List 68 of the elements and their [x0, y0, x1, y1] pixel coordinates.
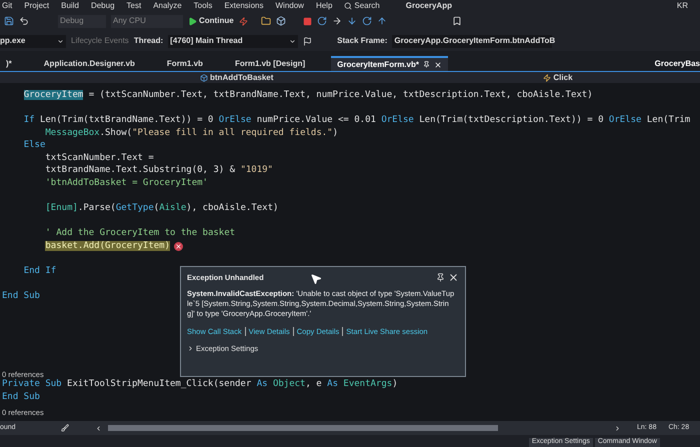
continue-button[interactable]: Continue — [188, 15, 234, 27]
file-tab[interactable]: Application.Designer.vb — [38, 57, 141, 71]
close-icon[interactable] — [434, 60, 442, 68]
code-line: [Enum].Parse(GetType(Aisle), cboAisle.Text) — [45, 204, 278, 214]
scroll-right-icon[interactable] — [614, 424, 621, 432]
file-tab[interactable]: GroceryBas — [654, 57, 700, 71]
code-line: Else — [24, 141, 46, 150]
pin-icon[interactable] — [422, 61, 430, 68]
menu-item[interactable]: Window — [275, 2, 304, 10]
folder-icon[interactable] — [260, 16, 271, 26]
stack-frame-label: Stack Frame: — [337, 35, 388, 47]
menu-item[interactable]: Help — [316, 2, 332, 10]
menu-item[interactable]: Build — [61, 2, 79, 10]
menu-item[interactable]: Debug — [90, 2, 115, 10]
arrow-right-icon[interactable] — [332, 16, 342, 26]
file-tab[interactable]: Form1.vb — [160, 57, 209, 71]
code-line: End Sub — [2, 393, 40, 402]
thread-label: Thread: — [134, 35, 164, 47]
file-tab[interactable]: GroceryItemForm.vb* — [331, 56, 448, 71]
code-line: txtScanNumber.Text = — [45, 154, 154, 163]
menu-item[interactable]: Analyze — [153, 2, 182, 10]
member-dropdown[interactable]: btnAddToBasket — [200, 72, 274, 84]
stack-frame-dropdown[interactable]: GroceryApp.GroceryItemForm.btnAddToB — [392, 34, 552, 48]
code-line: ' Add the GroceryItem to the basket — [45, 229, 236, 238]
app-title: GroceryApp — [406, 2, 452, 10]
thread-dropdown[interactable]: [4760] Main Thread — [168, 34, 298, 48]
menu-item[interactable]: Project — [24, 2, 50, 10]
mouse-cursor-icon — [310, 273, 322, 285]
lifecycle-events-dropdown[interactable]: Lifecycle Events — [71, 35, 129, 47]
horizontal-scrollbar[interactable] — [108, 425, 498, 431]
save-icon[interactable] — [4, 16, 14, 26]
event-dropdown[interactable]: Click — [543, 72, 573, 84]
close-icon[interactable] — [448, 272, 459, 284]
menu-item[interactable]: Test — [126, 2, 142, 10]
search-icon — [344, 2, 352, 10]
code-line: End Sub — [2, 292, 40, 302]
cube-icon — [200, 74, 208, 82]
stop-icon[interactable] — [302, 16, 312, 26]
bookmark-icon[interactable] — [452, 16, 462, 26]
brush-icon[interactable] — [61, 424, 69, 432]
lightning-icon[interactable] — [238, 16, 248, 26]
menu-item[interactable]: Tools — [194, 2, 212, 10]
platform-dropdown[interactable]: Any CPU — [111, 14, 183, 28]
search-button[interactable]: Search — [344, 2, 380, 10]
undo-icon[interactable] — [19, 16, 29, 26]
code-line: MessageBox.Show("Please fill in all required fields.") — [45, 128, 338, 138]
scroll-left-icon[interactable] — [95, 424, 102, 432]
chevron-down-icon — [57, 38, 64, 44]
flag-icon[interactable] — [303, 36, 312, 46]
code-line: 'btnAddToBasket = GroceryItem' — [45, 178, 208, 188]
menu-item[interactable]: Git — [2, 2, 12, 10]
code-line: txtBrandName.Text.Substring(0, 3) & "1019" — [45, 166, 273, 176]
user-initials[interactable]: KR — [676, 2, 688, 10]
code-line: If Len(Trim(txtBrandName.Text)) = 0 OrElse numPrice.Value <= 0.01 OrElse Len(Trim(txtDescription.Text)) = 0 OrElse Len(Trim — [24, 116, 690, 125]
chevron-down-icon — [289, 38, 296, 44]
code-line: End If — [24, 267, 56, 276]
process-dropdown[interactable]: pp.exe — [0, 34, 66, 48]
file-tab[interactable]: )* — [0, 57, 18, 71]
menu-item[interactable]: Extensions — [224, 2, 264, 10]
restart-icon[interactable] — [316, 16, 327, 26]
code-line: Private Sub ExitToolStripMenuItem_Click(sender As Object, e As EventArgs) — [2, 380, 398, 390]
lightning-icon — [543, 74, 552, 82]
configuration-dropdown[interactable]: Debug — [58, 14, 106, 28]
code-line: GroceryItem = (txtScanNumber.Text, txtBrandName.Text, numPrice.Value, txtDescription.Text, cboAisle.Text) — [24, 90, 593, 100]
file-tab[interactable]: Form1.vb [Design] — [228, 57, 312, 71]
play-icon — [188, 16, 197, 26]
cube-icon[interactable] — [276, 16, 286, 26]
pin-icon[interactable] — [436, 273, 445, 282]
